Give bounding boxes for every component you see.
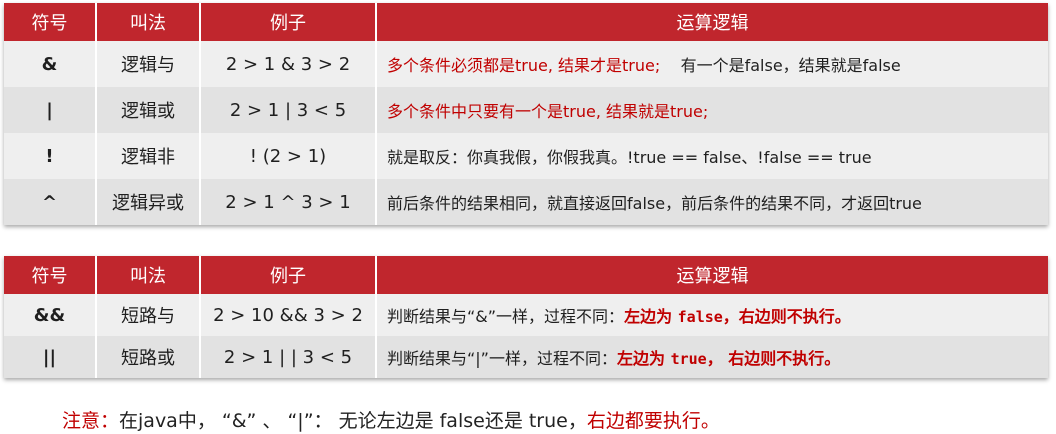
note-emphasis: 右边都要执行。: [586, 410, 720, 432]
operator-logic: 多个条件中只要有一个是true, 结果就是true;: [376, 87, 1048, 133]
operator-name: 逻辑异或: [96, 179, 201, 225]
header-example: 例子: [200, 3, 377, 41]
logic-code: true: [670, 350, 707, 368]
operator-example: ! (2 > 1): [200, 133, 377, 179]
operator-symbol: ||: [4, 336, 97, 378]
operator-name: 短路与: [96, 294, 201, 336]
header-logic: 运算逻辑: [376, 3, 1048, 41]
logic-text: 判断结果与“|”一样，过程不同：: [387, 349, 617, 368]
logic-highlight: 多个条件中只要有一个是true, 结果就是true;: [387, 102, 709, 121]
table-header-row: 符号 叫法 例子 运算逻辑: [4, 3, 1048, 41]
header-symbol: 符号: [4, 3, 97, 41]
operator-logic: 判断结果与“|”一样，过程不同：左边为 true， 右边则不执行。: [376, 336, 1048, 378]
logical-operators-table: 符号 叫法 例子 运算逻辑 & 逻辑与 2 > 1 & 3 > 2 多个条件必须…: [4, 3, 1048, 225]
operator-symbol: &&: [4, 294, 97, 336]
header-logic: 运算逻辑: [376, 256, 1048, 294]
operator-example: 2 > 1 ^ 3 > 1: [200, 179, 377, 225]
table-row: | 逻辑或 2 > 1 | 3 < 5 多个条件中只要有一个是true, 结果就…: [4, 87, 1048, 133]
logic-highlight: 多个条件必须都是true, 结果才是true;: [387, 56, 661, 75]
note-body: 在java中， “&” 、 “|”： 无论左边是 false还是 true，: [119, 410, 587, 432]
operator-name: 短路或: [96, 336, 201, 378]
note-label: 注意：: [62, 410, 120, 432]
header-symbol: 符号: [4, 256, 97, 294]
logic-text: 有一个是false，结果就是false: [680, 56, 901, 75]
table-row: && 短路与 2 > 10 && 3 > 2 判断结果与“&”一样，过程不同：左…: [4, 294, 1048, 336]
operator-symbol: |: [4, 87, 97, 133]
operator-example: 2 > 10 && 3 > 2: [200, 294, 377, 336]
operator-logic: 就是取反：你真我假，你假我真。!true == false、!false == …: [376, 133, 1048, 179]
logic-highlight: ， 右边则不执行。: [706, 349, 841, 368]
operator-example: 2 > 1 | 3 < 5: [200, 87, 377, 133]
logic-highlight: ，右边则不执行。: [722, 307, 851, 326]
table-row: ^ 逻辑异或 2 > 1 ^ 3 > 1 前后条件的结果相同，就直接返回fals…: [4, 179, 1048, 225]
operator-name: 逻辑或: [96, 87, 201, 133]
operator-symbol: &: [4, 41, 97, 87]
table-row: || 短路或 2 > 1 | | 3 < 5 判断结果与“|”一样，过程不同：左…: [4, 336, 1048, 378]
table-row: & 逻辑与 2 > 1 & 3 > 2 多个条件必须都是true, 结果才是tr…: [4, 41, 1048, 87]
table-header-row: 符号 叫法 例子 运算逻辑: [4, 256, 1048, 294]
logic-highlight: 左边为: [616, 349, 671, 368]
operator-symbol: !: [4, 133, 97, 179]
logic-highlight: 左边为: [624, 307, 678, 326]
note-line: 注意：在java中， “&” 、 “|”： 无论左边是 false还是 true…: [62, 406, 720, 433]
operator-logic: 前后条件的结果相同，就直接返回false，前后条件的结果不同，才返回true: [376, 179, 1048, 225]
logic-text: 前后条件的结果相同，就直接返回false，前后条件的结果不同，才返回true: [387, 194, 922, 213]
operator-example: 2 > 1 | | 3 < 5: [200, 336, 377, 378]
logic-text: 就是取反：你真我假，你假我真。!true == false、!false == …: [387, 148, 872, 167]
operator-name: 逻辑非: [96, 133, 201, 179]
logic-text: 判断结果与“&”一样，过程不同：: [387, 307, 625, 326]
logic-code: false: [677, 308, 723, 326]
table-row: ! 逻辑非 ! (2 > 1) 就是取反：你真我假，你假我真。!true == …: [4, 133, 1048, 179]
operator-example: 2 > 1 & 3 > 2: [200, 41, 377, 87]
header-example: 例子: [200, 256, 377, 294]
operator-logic: 多个条件必须都是true, 结果才是true; 有一个是false，结果就是fa…: [376, 41, 1048, 87]
operator-name: 逻辑与: [96, 41, 201, 87]
operator-symbol: ^: [4, 179, 97, 225]
short-circuit-operators-table: 符号 叫法 例子 运算逻辑 && 短路与 2 > 10 && 3 > 2 判断结…: [4, 256, 1048, 378]
operator-logic: 判断结果与“&”一样，过程不同：左边为 false，右边则不执行。: [376, 294, 1048, 336]
header-name: 叫法: [96, 3, 201, 41]
header-name: 叫法: [96, 256, 201, 294]
